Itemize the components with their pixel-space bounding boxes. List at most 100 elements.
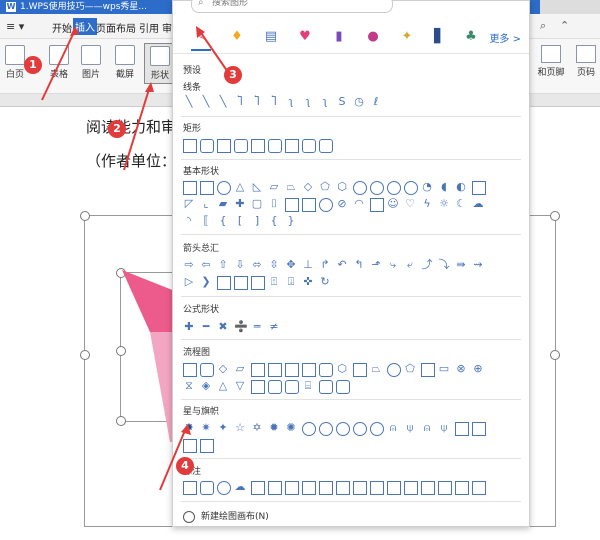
heart-shape[interactable]: ♡ — [404, 198, 416, 210]
elbow-arrow-shape[interactable]: Ⴈ — [251, 96, 263, 108]
scribble-shape[interactable]: ℓ — [370, 96, 382, 108]
up-arrow-shape[interactable]: ⇧ — [217, 259, 229, 271]
right-arrow-shape[interactable]: ⇨ — [183, 259, 195, 271]
quad-arrow-shape[interactable]: ✥ — [285, 259, 297, 271]
pie-shape[interactable]: ◔ — [421, 181, 433, 193]
punched-tape-shape[interactable]: ▭ — [438, 363, 450, 375]
collate-shape[interactable]: ⧖ — [183, 380, 195, 392]
circular-arrow-shape[interactable]: ↻ — [319, 276, 331, 288]
hexagon-shape[interactable]: ⬡ — [336, 181, 348, 193]
card-shape[interactable] — [421, 363, 435, 377]
striped-right-arrow-shape[interactable]: ⇛ — [455, 259, 467, 271]
callout-extra-shape[interactable] — [472, 481, 486, 495]
pencil-category-icon[interactable]: ✎ — [191, 27, 211, 51]
chord-shape[interactable]: ◖ — [438, 181, 450, 193]
no-symbol-shape[interactable]: ⊘ — [336, 198, 348, 210]
border-callout-3-shape[interactable] — [387, 481, 401, 495]
delay-shape[interactable] — [268, 380, 282, 394]
donut-shape[interactable] — [319, 198, 333, 212]
round-single-corner-shape[interactable] — [319, 139, 333, 153]
curved-down-ribbon-shape[interactable]: ⍦ — [438, 422, 450, 434]
menu-home[interactable]: 开始 — [52, 20, 72, 35]
arc-shape[interactable]: ◝ — [183, 215, 195, 227]
lightbulb-icon[interactable]: ♦ — [227, 27, 247, 47]
no-border-callout-shape[interactable] — [455, 481, 469, 495]
tag-icon[interactable]: ▮ — [329, 27, 349, 47]
right-arrow-callout-shape[interactable] — [217, 276, 231, 290]
accent-callout-3-shape[interactable] — [336, 481, 350, 495]
left-right-arrow-shape[interactable]: ⬄ — [251, 259, 263, 271]
extract-shape[interactable]: △ — [217, 380, 229, 392]
more-categories-link[interactable]: 更多 > — [489, 30, 521, 45]
manual-operation-shape[interactable]: ⏢ — [370, 363, 382, 375]
oval-callout-shape[interactable] — [217, 481, 231, 495]
oval-shape[interactable] — [217, 181, 231, 195]
right-bracket-shape[interactable]: ] — [251, 215, 263, 227]
line-callout-2-shape[interactable] — [268, 481, 282, 495]
accent-border-callout-1-shape[interactable] — [404, 481, 418, 495]
document-shape[interactable] — [285, 363, 299, 377]
frame-shape[interactable] — [472, 181, 486, 195]
border-callout-1-shape[interactable] — [353, 481, 367, 495]
snip-corner-shape[interactable] — [251, 139, 265, 153]
direct-access-storage-shape[interactable] — [319, 380, 333, 394]
stored-data-shape[interactable] — [251, 380, 265, 394]
resize-handle[interactable] — [80, 211, 90, 221]
down-arrow-callout-shape[interactable] — [234, 276, 248, 290]
vertical-scroll-shape[interactable] — [455, 422, 469, 436]
vertical-text-box-shape[interactable] — [200, 181, 214, 195]
cloud-shape[interactable]: ☁ — [472, 198, 484, 210]
header-footer-button[interactable]: 和页脚 — [536, 45, 566, 78]
curved-arrow-shape[interactable]: ʅ — [302, 96, 314, 108]
line-shape[interactable]: ╲ — [183, 96, 195, 108]
block-arc-shape[interactable]: ◠ — [353, 198, 365, 210]
lightning-shape[interactable]: ϟ — [421, 198, 433, 210]
alternate-process-shape[interactable] — [200, 363, 214, 377]
trapezoid-shape[interactable]: ⏢ — [285, 181, 297, 193]
up-down-arrow-shape[interactable]: ⇳ — [268, 259, 280, 271]
teardrop-shape[interactable]: ◐ — [455, 181, 467, 193]
chevron-shape[interactable]: ❯ — [200, 276, 212, 288]
sort-shape[interactable]: ◈ — [200, 380, 212, 392]
double-brace-shape[interactable]: { — [217, 215, 229, 227]
moon-shape[interactable]: ☾ — [455, 198, 467, 210]
arrow-line-shape[interactable]: ╲ — [200, 96, 212, 108]
left-right-arrow-callout-shape[interactable]: ⍗ — [285, 276, 297, 288]
bent-arrow-shape[interactable]: ↱ — [319, 259, 331, 271]
double-arrow-line-shape[interactable]: ╲ — [217, 96, 229, 108]
l-shape[interactable]: ⌞ — [200, 198, 212, 210]
eight-point-star-shape[interactable]: ✺ — [285, 422, 297, 434]
down-ribbon-shape[interactable]: ⍦ — [404, 422, 416, 434]
curved-connector-shape[interactable]: ʅ — [285, 96, 297, 108]
wave-shape[interactable] — [183, 439, 197, 453]
document-category-icon[interactable]: ▋ — [429, 27, 449, 47]
octagon-shape[interactable] — [370, 181, 384, 195]
double-wave-shape[interactable] — [200, 439, 214, 453]
merge-shape[interactable]: ▽ — [234, 380, 246, 392]
sixteen-point-star-shape[interactable] — [336, 422, 350, 436]
freeform-shape[interactable]: ◷ — [353, 96, 365, 108]
menu-icon[interactable]: ≡ ▾ — [6, 20, 24, 33]
snip-rectangle-shape[interactable] — [217, 139, 231, 153]
twelve-point-star-shape[interactable] — [319, 422, 333, 436]
bevel-shape[interactable] — [302, 198, 316, 212]
seven-point-star-shape[interactable]: ✹ — [268, 422, 280, 434]
left-right-up-arrow-shape[interactable]: ⊥ — [302, 259, 314, 271]
line-callout-3-shape[interactable] — [285, 481, 299, 495]
display-shape[interactable] — [336, 380, 350, 394]
elbow-double-arrow-shape[interactable]: Ⴈ — [268, 96, 280, 108]
plaque-shape[interactable]: ▢ — [251, 198, 263, 210]
up-arrow-callout-shape[interactable]: ⍐ — [268, 276, 280, 288]
accent-border-callout-2-shape[interactable] — [421, 481, 435, 495]
screenshot-button[interactable]: 截屏 — [110, 45, 140, 80]
cross-shape[interactable]: ✚ — [234, 198, 246, 210]
left-bracket-shape[interactable]: [ — [234, 215, 246, 227]
round-same-side-shape[interactable] — [302, 139, 316, 153]
curved-up-arrow-shape[interactable]: ⤴ — [421, 259, 433, 271]
picture-button[interactable]: 图片 — [76, 45, 106, 80]
curve-shape[interactable]: S — [336, 96, 348, 108]
folded-corner-shape[interactable] — [370, 198, 384, 212]
equal-shape[interactable]: ═ — [251, 321, 263, 333]
heart-icon[interactable]: ♥ — [295, 27, 315, 47]
five-point-star-shape[interactable]: ☆ — [234, 422, 246, 434]
